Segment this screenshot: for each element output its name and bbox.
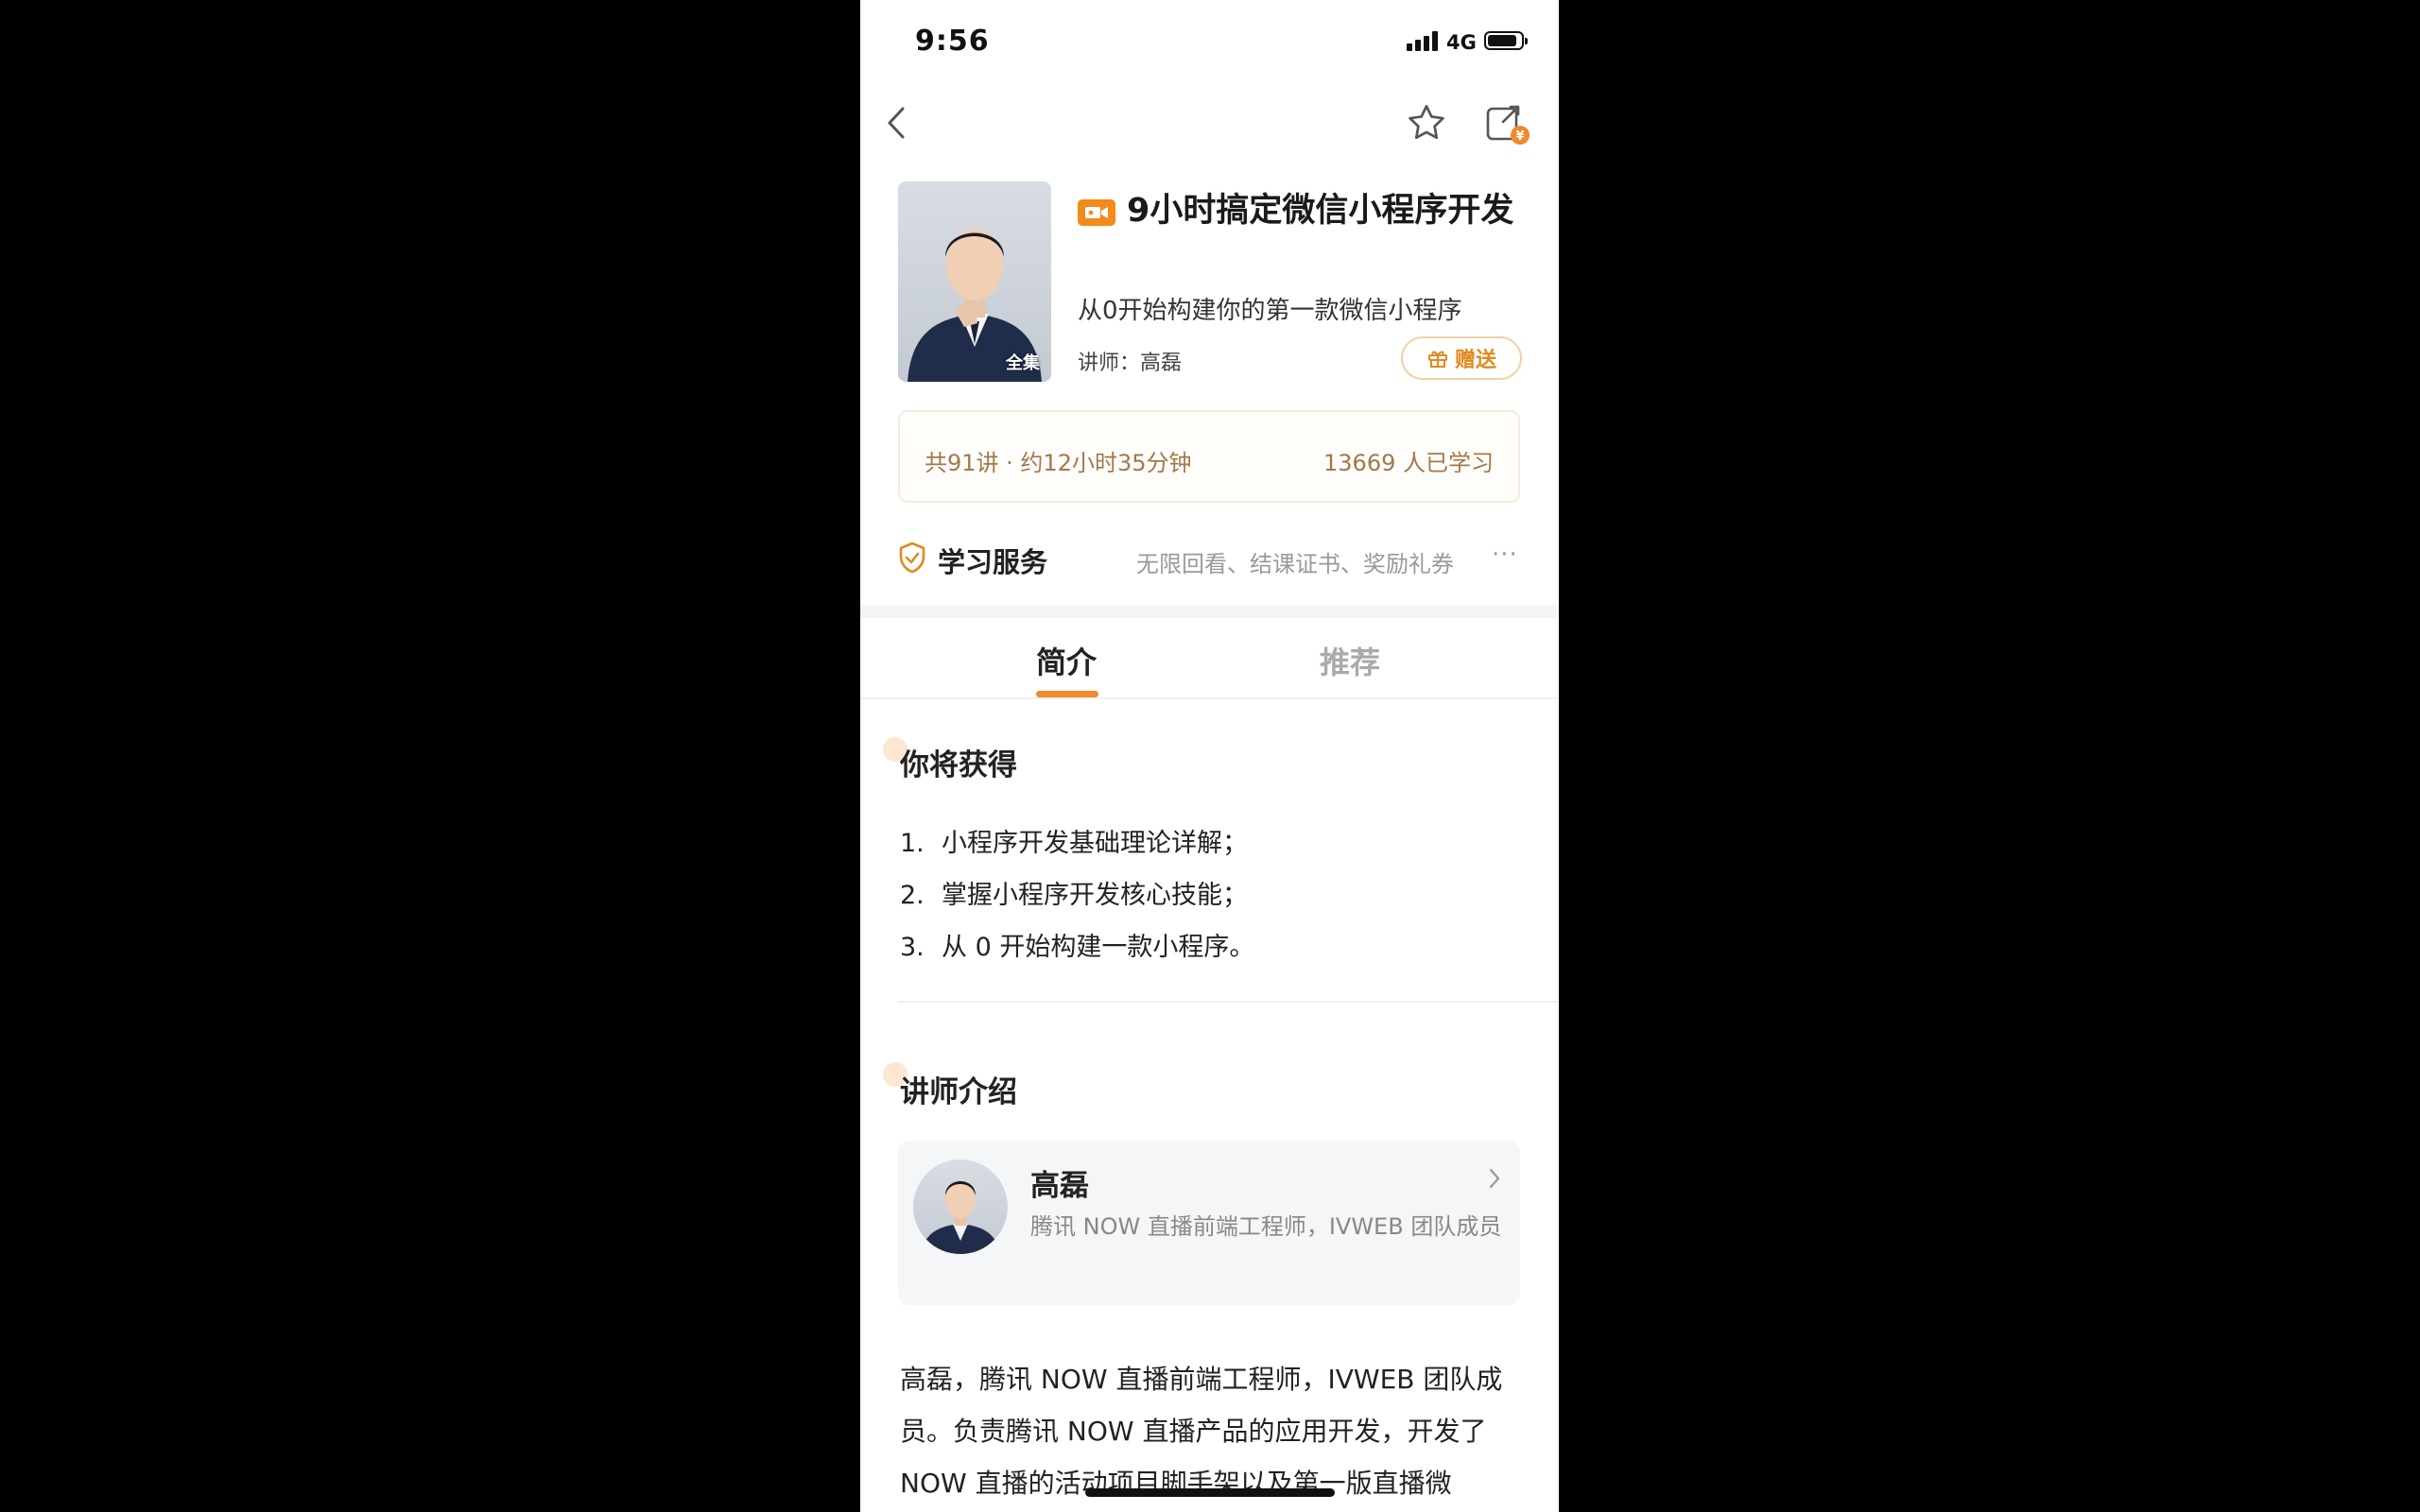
signal-icon xyxy=(1407,30,1439,51)
gain-item-number: 3. xyxy=(900,933,925,962)
gains-title: 你将获得 xyxy=(900,748,1017,782)
learner-count: 13669 人已学习 xyxy=(1323,450,1494,476)
app-screen: 9:56 4G ¥ 全集 9小时搞定微信小程序开发 从0开始构建你的第一款微信小… xyxy=(860,0,1559,1512)
service-title: 学习服务 xyxy=(938,546,1048,578)
shield-check-icon xyxy=(899,541,925,574)
active-tab-indicator xyxy=(1036,691,1098,697)
svg-text:¥: ¥ xyxy=(1515,129,1524,144)
course-stats-box: 共91讲 · 约12小时35分钟 13669 人已学习 xyxy=(898,410,1520,503)
favorite-button[interactable] xyxy=(1403,98,1450,147)
back-button[interactable] xyxy=(875,100,917,146)
home-indicator[interactable] xyxy=(1085,1488,1335,1497)
course-title: 9小时搞定微信小程序开发 xyxy=(1127,192,1514,230)
gain-item-text: 从 0 开始构建一款小程序。 xyxy=(942,933,1255,962)
gain-item-text: 小程序开发基础理论详解； xyxy=(942,829,1248,858)
chevron-left-icon xyxy=(888,107,905,139)
service-desc: 无限回看、结课证书、奖励礼券 xyxy=(1136,551,1454,577)
tab-intro[interactable]: 简介 xyxy=(1036,639,1097,682)
gain-item-number: 2. xyxy=(900,881,925,910)
tabs-divider xyxy=(860,697,1559,699)
course-duration: 共91讲 · 约12小时35分钟 xyxy=(925,450,1192,476)
battery-icon xyxy=(1484,31,1528,50)
gain-item-number: 1. xyxy=(900,829,925,858)
share-earn-button[interactable]: ¥ xyxy=(1480,98,1533,149)
gain-item: 3. 从 0 开始构建一款小程序。 xyxy=(900,926,1254,963)
course-lecturer: 讲师：高磊 xyxy=(1078,352,1183,375)
course-subtitle: 从0开始构建你的第一款微信小程序 xyxy=(1078,297,1462,325)
share-coin-icon: ¥ xyxy=(1486,105,1530,145)
gift-button[interactable]: 赠送 xyxy=(1401,336,1522,380)
gift-icon xyxy=(1427,351,1447,368)
gift-label: 赠送 xyxy=(1454,349,1496,372)
status-time: 9:56 xyxy=(915,25,990,58)
more-icon[interactable]: ··· xyxy=(1492,541,1518,569)
teacher-section-title: 讲师介绍 xyxy=(900,1075,1017,1109)
chevron-right-icon xyxy=(1489,1168,1500,1189)
section-divider xyxy=(860,605,1559,618)
course-cover-image[interactable]: 全集 xyxy=(898,181,1051,382)
gain-item: 2. 掌握小程序开发核心技能； xyxy=(900,874,1248,911)
teacher-bio: 高磊，腾讯 NOW 直播前端工程师，IVWEB 团队成员。负责腾讯 NOW 直播… xyxy=(900,1364,1503,1499)
gain-item: 1. 小程序开发基础理论详解； xyxy=(900,822,1248,859)
tab-recommend[interactable]: 推荐 xyxy=(1320,639,1380,682)
teacher-name: 高磊 xyxy=(1030,1169,1089,1203)
cover-tag: 全集 xyxy=(1006,353,1040,373)
teacher-card[interactable]: 高磊 腾讯 NOW 直播前端工程师，IVWEB 团队成员 xyxy=(898,1141,1520,1305)
gain-item-text: 掌握小程序开发核心技能； xyxy=(942,881,1248,910)
teacher-short-desc: 腾讯 NOW 直播前端工程师，IVWEB 团队成员 xyxy=(1030,1213,1502,1240)
network-type: 4G xyxy=(1446,31,1477,54)
teacher-avatar xyxy=(913,1160,1008,1254)
star-icon xyxy=(1409,105,1444,140)
content-divider xyxy=(898,1001,1559,1003)
video-camera-icon xyxy=(1078,199,1115,226)
